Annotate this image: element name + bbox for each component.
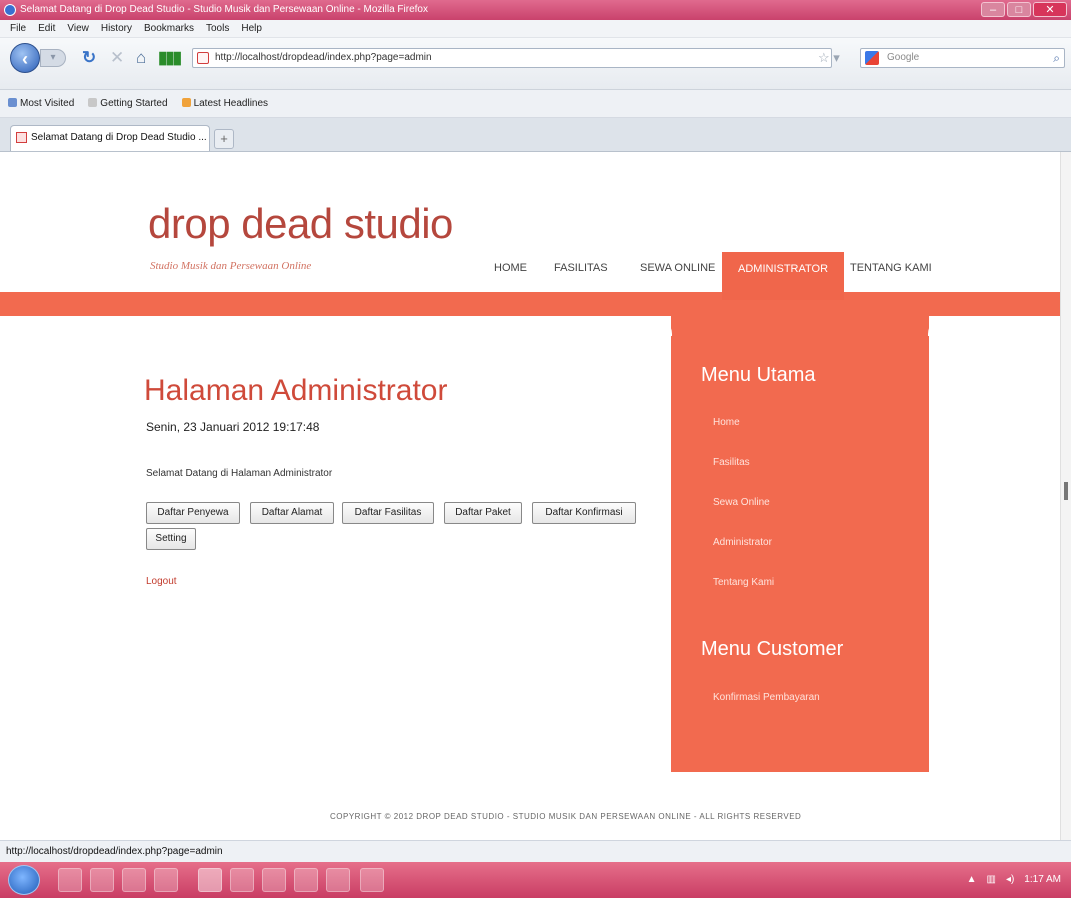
- tab-title: Selamat Datang di Drop Dead Studio ...: [31, 132, 207, 143]
- reload-icon[interactable]: ↻: [82, 48, 96, 68]
- stats-icon[interactable]: ▮▮▮: [158, 48, 182, 68]
- sidebar-link-administrator[interactable]: Administrator: [713, 537, 772, 548]
- network-icon[interactable]: ▥: [986, 862, 995, 898]
- page-scrollbar[interactable]: [1060, 152, 1071, 840]
- scrollbar-thumb[interactable]: [1064, 482, 1068, 500]
- page-title: Halaman Administrator: [144, 374, 448, 407]
- site-tagline: Studio Musik dan Persewaan Online: [150, 260, 312, 272]
- search-placeholder: Google: [887, 52, 920, 63]
- sidebar-link-tentang-kami[interactable]: Tentang Kami: [713, 577, 774, 588]
- minimize-icon[interactable]: –: [981, 2, 1005, 17]
- tab-strip: Selamat Datang di Drop Dead Studio ... +: [0, 118, 1071, 152]
- bookmark-icon: [88, 98, 98, 107]
- app-icon[interactable]: [122, 868, 146, 892]
- window-titlebar: Selamat Datang di Drop Dead Studio - Stu…: [0, 0, 1071, 20]
- sidebar-link-konfirmasi[interactable]: Konfirmasi Pembayaran: [713, 692, 820, 703]
- menu-tools[interactable]: Tools: [206, 20, 229, 37]
- nav-administrator[interactable]: ADMINISTRATOR: [722, 252, 845, 300]
- sidebar-link-fasilitas[interactable]: Fasilitas: [713, 457, 750, 468]
- logout-link[interactable]: Logout: [146, 576, 177, 587]
- google-icon[interactable]: [865, 51, 879, 65]
- status-bar: http://localhost/dropdead/index.php?page…: [0, 840, 1071, 862]
- search-input[interactable]: Google ⌕: [860, 48, 1065, 68]
- screen: Selamat Datang di Drop Dead Studio - Stu…: [0, 0, 1071, 898]
- firefox-icon: [4, 4, 16, 16]
- setting-button[interactable]: Setting: [146, 528, 196, 550]
- rss-icon: [181, 98, 191, 107]
- bookmark-icon: [8, 98, 17, 107]
- app-icon[interactable]: [360, 868, 384, 892]
- nav-fasilitas[interactable]: FASILITAS: [554, 262, 608, 274]
- footer-copyright: COPYRIGHT © 2012 DROP DEAD STUDIO - STUD…: [330, 812, 802, 821]
- nav-sewa-online[interactable]: SEWA ONLINE: [640, 262, 715, 274]
- window-controls: – □ ✕: [981, 2, 1067, 17]
- media-icon[interactable]: [90, 868, 114, 892]
- navigation-toolbar: ‹ ▾ ↻ ✕ ⌂ ▮▮▮ http://localhost/dropdead/…: [0, 38, 1071, 90]
- menu-file[interactable]: File: [10, 20, 26, 37]
- daftar-konfirmasi-button[interactable]: Daftar Konfirmasi: [532, 502, 636, 524]
- menu-help[interactable]: Help: [241, 20, 262, 37]
- daftar-alamat-button[interactable]: Daftar Alamat: [250, 502, 334, 524]
- back-icon[interactable]: ‹: [10, 43, 40, 73]
- site-title[interactable]: drop dead studio: [148, 200, 453, 248]
- menu-bookmarks[interactable]: Bookmarks: [144, 20, 194, 37]
- forward-dropdown-icon[interactable]: ▾: [40, 49, 66, 67]
- daftar-paket-button[interactable]: Daftar Paket: [444, 502, 522, 524]
- menu-bar: File Edit View History Bookmarks Tools H…: [0, 20, 1071, 38]
- taskbar: ▲ ▥ ◂) 1:17 AM: [0, 862, 1071, 898]
- bookmark-getting-started[interactable]: Getting Started: [88, 90, 168, 117]
- bookmark-latest-headlines[interactable]: Latest Headlines: [181, 90, 268, 117]
- tray-arrow-icon[interactable]: ▲: [967, 862, 977, 898]
- nav-tentang-kami[interactable]: TENTANG KAMI: [850, 262, 932, 274]
- explorer-icon[interactable]: [58, 868, 82, 892]
- sidebar-link-sewa-online[interactable]: Sewa Online: [713, 497, 770, 508]
- app-icon[interactable]: [230, 868, 254, 892]
- daftar-penyewa-button[interactable]: Daftar Penyewa: [146, 502, 240, 524]
- system-tray: ▲ ▥ ◂) 1:17 AM: [967, 862, 1061, 898]
- menu-edit[interactable]: Edit: [38, 20, 55, 37]
- search-icon[interactable]: ⌕: [1053, 49, 1060, 67]
- sidebar-notch: [650, 316, 672, 336]
- sidebar-notch: [928, 316, 950, 336]
- home-icon[interactable]: ⌂: [136, 48, 146, 68]
- tab-drop-dead-studio[interactable]: Selamat Datang di Drop Dead Studio ...: [10, 125, 210, 151]
- site-favicon-icon: [197, 52, 209, 64]
- menu-utama-heading: Menu Utama: [701, 364, 816, 386]
- url-text: http://localhost/dropdead/index.php?page…: [215, 52, 432, 63]
- volume-icon[interactable]: ◂): [1006, 862, 1014, 898]
- menu-customer-heading: Menu Customer: [701, 638, 844, 660]
- window-title: Selamat Datang di Drop Dead Studio - Stu…: [20, 4, 428, 15]
- maximize-icon[interactable]: □: [1007, 2, 1031, 17]
- close-icon[interactable]: ✕: [1033, 2, 1067, 17]
- date-time: Senin, 23 Januari 2012 19:17:48: [146, 420, 320, 434]
- sidebar-link-home[interactable]: Home: [713, 417, 740, 428]
- bookmark-star-icon[interactable]: ☆ ▾: [818, 50, 840, 66]
- start-button[interactable]: [8, 865, 40, 895]
- app-icon[interactable]: [294, 868, 318, 892]
- chrome-icon[interactable]: [154, 868, 178, 892]
- new-tab-button[interactable]: +: [214, 129, 234, 149]
- bookmarks-bar: Most Visited Getting Started Latest Head…: [0, 90, 1071, 118]
- clock[interactable]: 1:17 AM: [1024, 862, 1061, 898]
- daftar-fasilitas-button[interactable]: Daftar Fasilitas: [342, 502, 434, 524]
- nav-home[interactable]: HOME: [494, 262, 527, 274]
- sidebar: Menu Utama Home Fasilitas Sewa Online Ad…: [671, 292, 929, 772]
- menu-view[interactable]: View: [67, 20, 89, 37]
- firefox-taskbar-icon[interactable]: [198, 868, 222, 892]
- stop-icon[interactable]: ✕: [110, 48, 124, 68]
- tab-favicon-icon: [16, 132, 27, 143]
- bookmark-most-visited[interactable]: Most Visited: [8, 90, 74, 117]
- url-bar[interactable]: http://localhost/dropdead/index.php?page…: [192, 48, 832, 68]
- app-icon[interactable]: [326, 868, 350, 892]
- web-page: drop dead studio Studio Musik dan Persew…: [0, 152, 1060, 840]
- app-icon[interactable]: [262, 868, 286, 892]
- menu-history[interactable]: History: [101, 20, 132, 37]
- welcome-text: Selamat Datang di Halaman Administrator: [146, 468, 333, 479]
- status-url: http://localhost/dropdead/index.php?page…: [6, 846, 223, 857]
